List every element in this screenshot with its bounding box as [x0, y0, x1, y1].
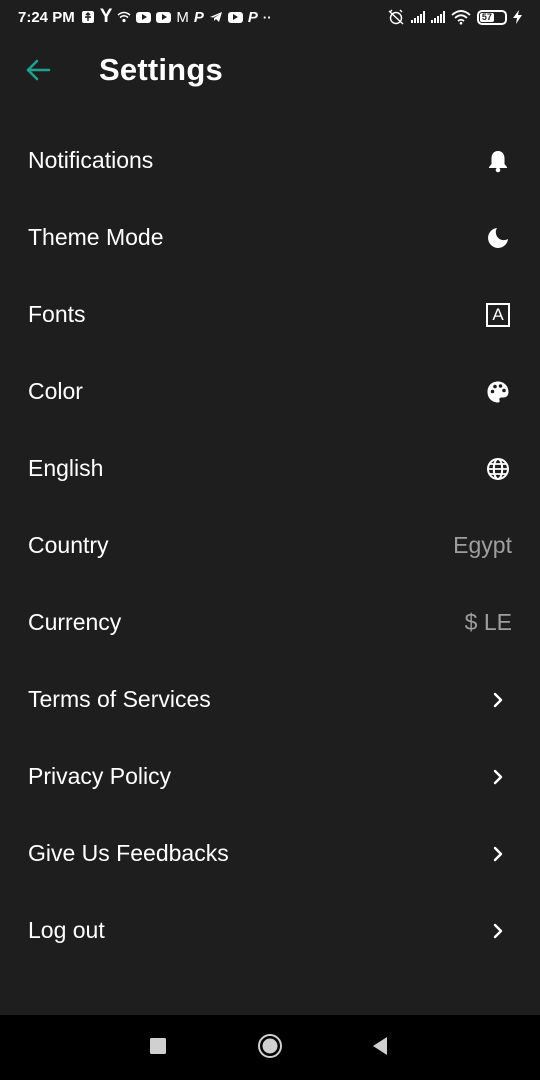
back-nav-button[interactable] — [365, 1033, 395, 1063]
settings-item-theme-mode[interactable]: Theme Mode — [0, 199, 540, 276]
settings-item-label: Privacy Policy — [28, 763, 172, 789]
chevron-right-icon — [484, 917, 512, 945]
youtube-icon — [227, 11, 243, 23]
telegram-icon — [209, 11, 223, 23]
arrow-back-icon — [25, 59, 51, 86]
home-circle-icon — [257, 1033, 283, 1064]
system-nav-bar — [0, 1015, 540, 1080]
moon-icon — [484, 224, 512, 252]
wifi-icon — [451, 9, 471, 25]
page-title: Settings — [99, 52, 223, 87]
chevron-right-icon — [484, 840, 512, 868]
status-bar-left: 7:24 PM Y M P P ·· — [18, 6, 272, 28]
gmail-icon: M — [176, 8, 189, 26]
currency-value: $ LE — [464, 609, 512, 635]
bell-icon — [484, 147, 512, 175]
globe-icon — [484, 455, 512, 483]
settings-item-label: Give Us Feedbacks — [28, 840, 229, 866]
settings-item-terms[interactable]: Terms of Services — [0, 661, 540, 738]
settings-item-feedback[interactable]: Give Us Feedbacks — [0, 815, 540, 892]
status-bar: 7:24 PM Y M P P ·· 57 — [0, 0, 540, 34]
battery-level: 57 — [480, 12, 494, 22]
status-bar-right: 57 — [387, 9, 522, 25]
battery-icon: 57 — [477, 9, 507, 25]
settings-item-label: Color — [28, 378, 83, 404]
hotspot-icon — [117, 11, 131, 23]
settings-item-label: Country — [28, 532, 109, 558]
palette-icon — [484, 378, 512, 406]
youtube-icon — [136, 11, 152, 23]
charging-icon — [513, 10, 522, 24]
alarm-off-icon — [387, 9, 405, 25]
settings-item-label: Notifications — [28, 147, 154, 173]
settings-item-logout[interactable]: Log out — [0, 892, 540, 969]
recents-button[interactable] — [143, 1033, 173, 1063]
settings-item-language[interactable]: English — [0, 430, 540, 507]
settings-item-label: Currency — [28, 609, 122, 635]
chevron-right-icon — [484, 763, 512, 791]
app-bar: Settings — [0, 40, 540, 104]
settings-item-color[interactable]: Color — [0, 353, 540, 430]
paypal-icon: P — [247, 8, 258, 26]
youtube-icon — [156, 11, 172, 23]
settings-item-label: Log out — [28, 917, 105, 943]
settings-item-privacy[interactable]: Privacy Policy — [0, 738, 540, 815]
more-dots-icon: ·· — [262, 9, 272, 25]
recents-square-icon — [149, 1037, 167, 1060]
settings-list: Notifications Theme Mode Fonts A Color E… — [0, 122, 540, 969]
settings-item-notifications[interactable]: Notifications — [0, 122, 540, 199]
settings-item-label: Theme Mode — [28, 224, 164, 250]
settings-item-fonts[interactable]: Fonts A — [0, 276, 540, 353]
y-app-icon: Y — [99, 6, 113, 27]
settings-item-currency[interactable]: Currency $ LE — [0, 584, 540, 661]
status-time: 7:24 PM — [18, 8, 75, 26]
paypal-icon: P — [193, 8, 204, 26]
settings-item-label: English — [28, 455, 104, 481]
notification-icons: Y M P P ·· — [81, 6, 272, 28]
chevron-right-icon — [484, 686, 512, 714]
home-button[interactable] — [255, 1033, 285, 1063]
settings-item-label: Fonts — [28, 301, 86, 327]
settings-item-label: Terms of Services — [28, 686, 211, 712]
back-triangle-icon — [371, 1036, 389, 1061]
country-value: Egypt — [453, 532, 512, 558]
signal-icon — [431, 11, 445, 23]
back-button[interactable] — [22, 56, 54, 88]
font-box-icon: A — [484, 301, 512, 329]
settings-item-country[interactable]: Country Egypt — [0, 507, 540, 584]
signal-icon — [411, 11, 425, 23]
usb-icon — [81, 10, 95, 24]
